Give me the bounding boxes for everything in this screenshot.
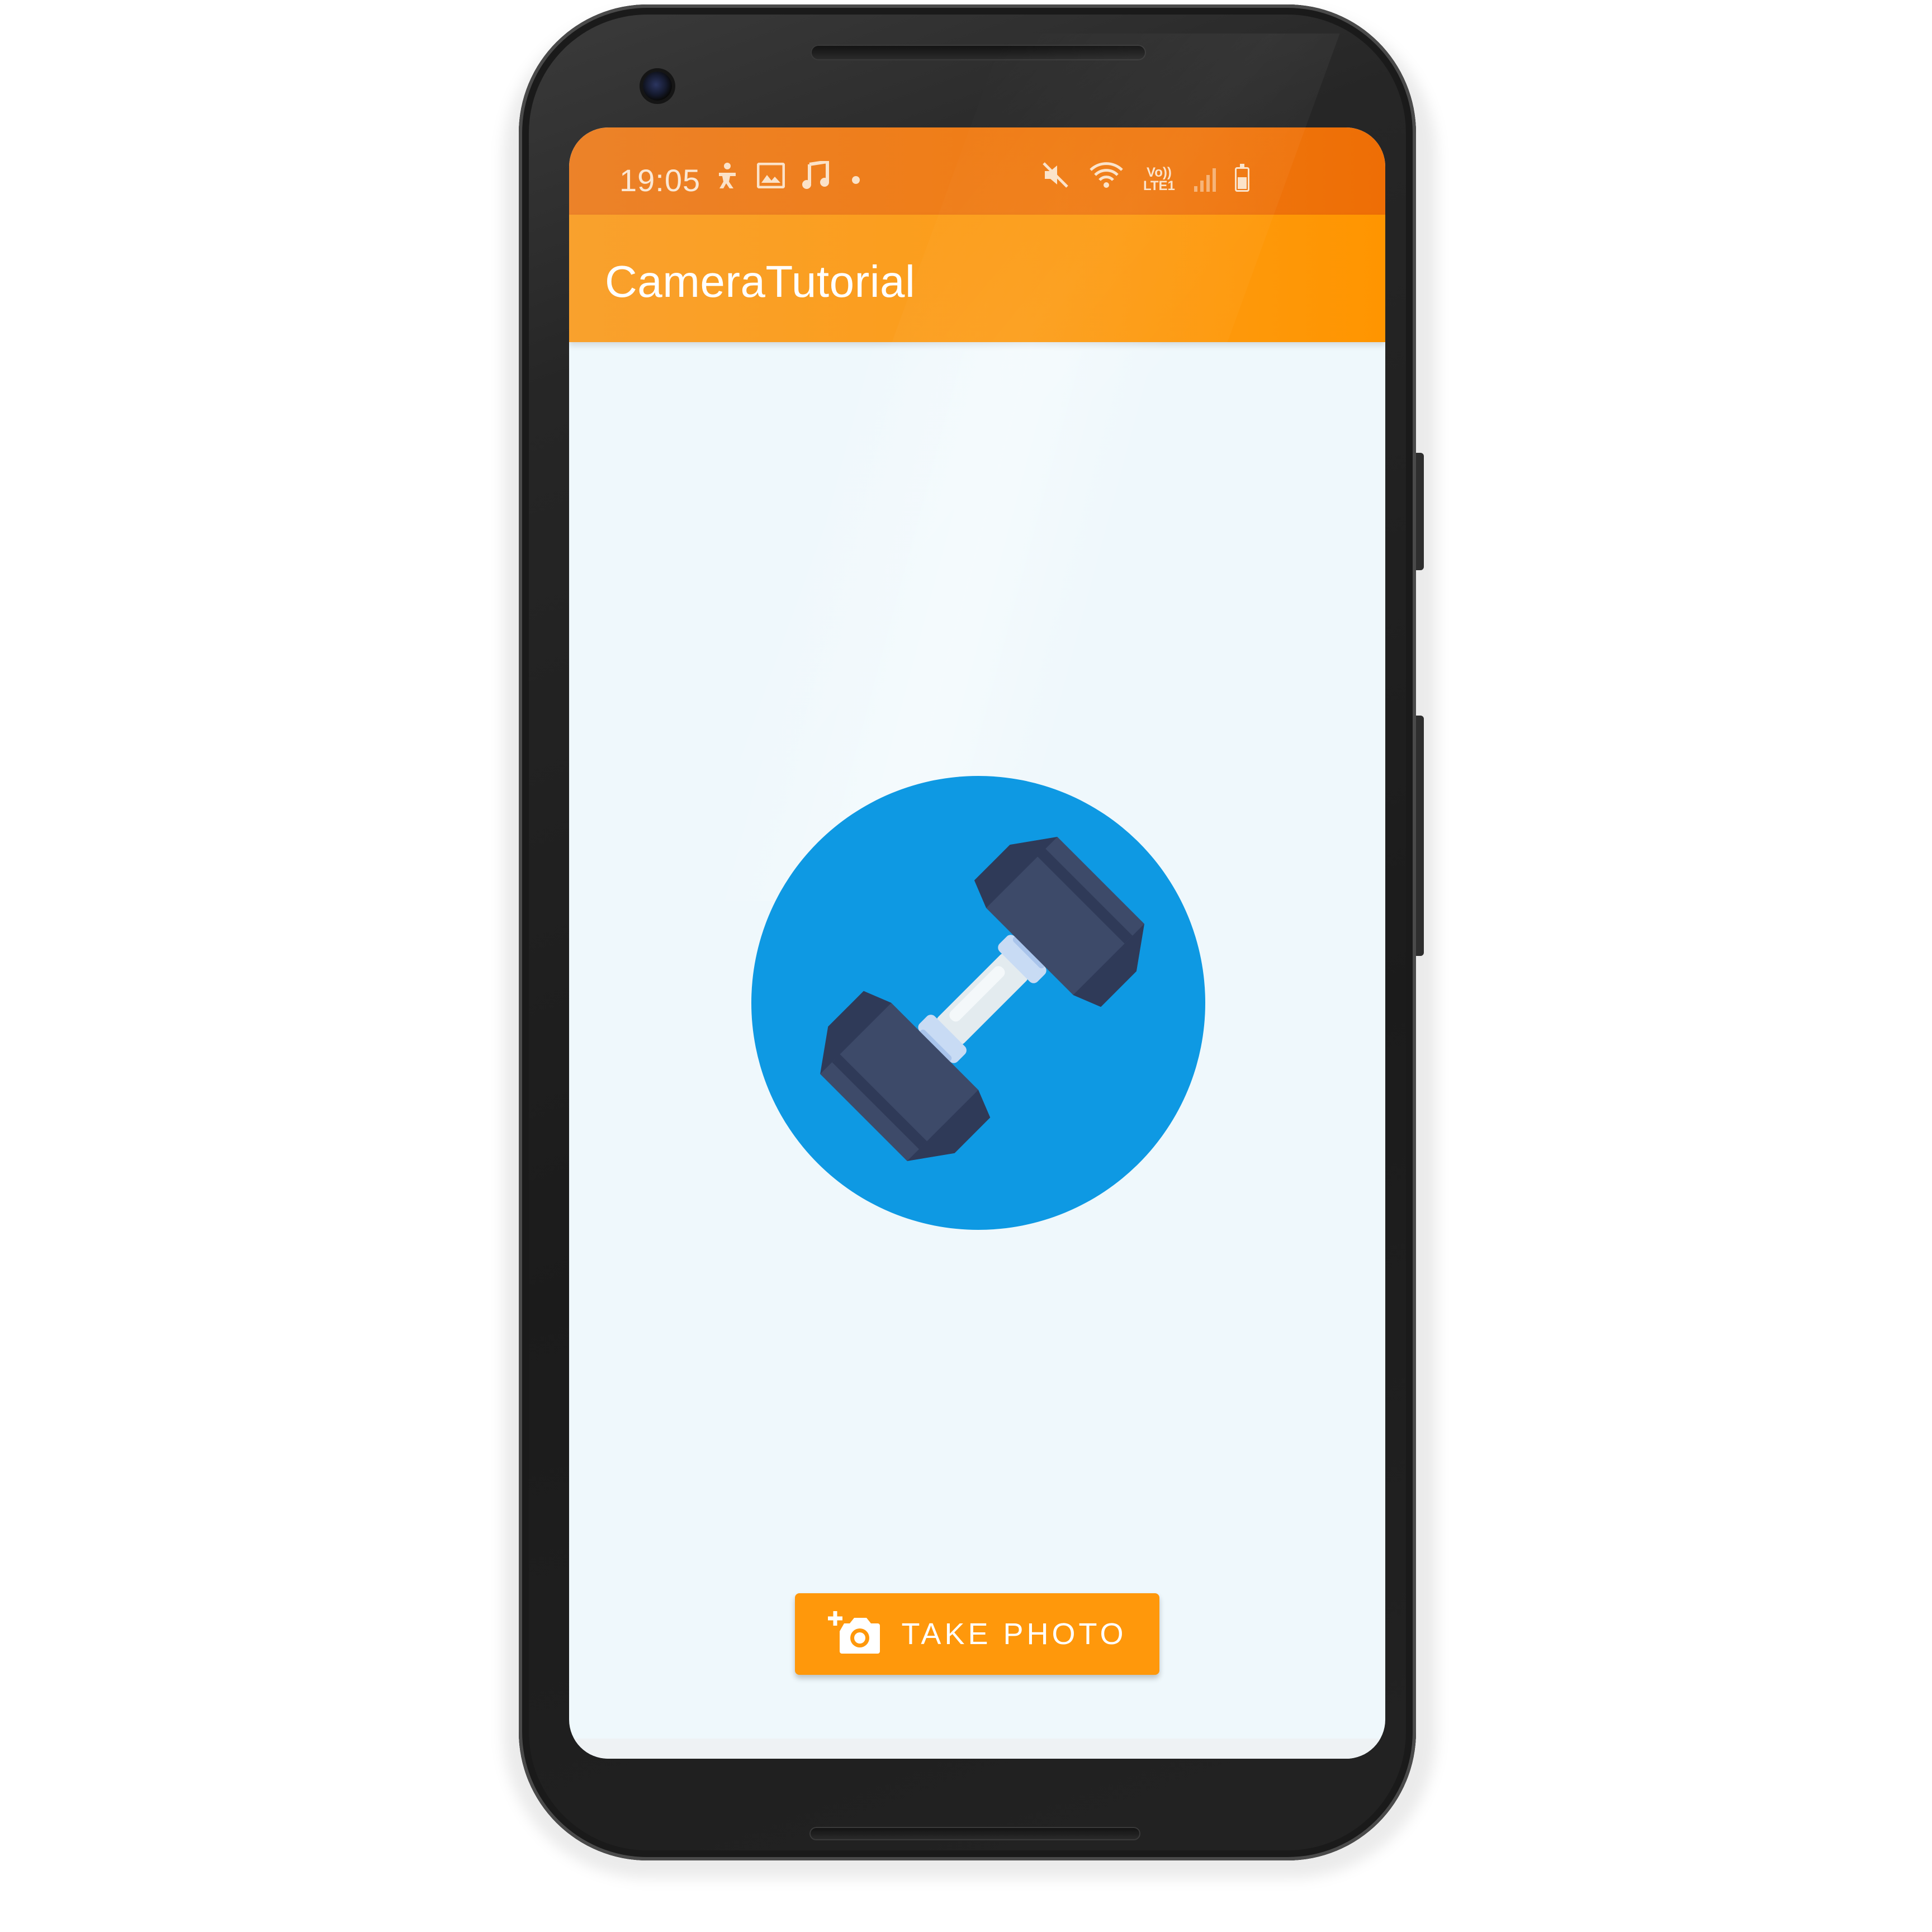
front-camera (643, 72, 672, 101)
app-bar: CameraTutorial (569, 215, 1385, 342)
wifi-icon (1088, 161, 1124, 197)
bottom-strip (569, 1739, 1385, 1759)
volte-icon: Vo)) LTE1 (1143, 164, 1175, 193)
notification-dot (852, 176, 860, 184)
app-screen: 19:05 Vo)) LTE1 CameraTutorial TAKE PHOT… (569, 127, 1385, 1759)
status-bar: 19:05 Vo)) LTE1 (569, 127, 1385, 215)
volte-bottom-label: LTE1 (1143, 178, 1175, 193)
power-button (1416, 716, 1424, 956)
accessibility-icon (714, 162, 740, 198)
mute-icon (1041, 161, 1069, 197)
battery-icon (1234, 163, 1249, 192)
signal-icon (1194, 167, 1216, 192)
dumbbell-icon (751, 776, 1205, 1230)
bottom-speaker (809, 1827, 1140, 1840)
status-time: 19:05 (619, 163, 701, 198)
music-note-icon (802, 159, 830, 198)
take-photo-button[interactable]: TAKE PHOTO (795, 1593, 1159, 1675)
volume-button (1416, 453, 1424, 570)
take-photo-label: TAKE PHOTO (901, 1617, 1127, 1651)
app-title: CameraTutorial (605, 257, 916, 306)
image-icon (756, 162, 785, 197)
volte-top-label: Vo)) (1147, 164, 1172, 180)
add-photo-camera-icon (827, 1609, 881, 1660)
earpiece-speaker (811, 45, 1146, 60)
